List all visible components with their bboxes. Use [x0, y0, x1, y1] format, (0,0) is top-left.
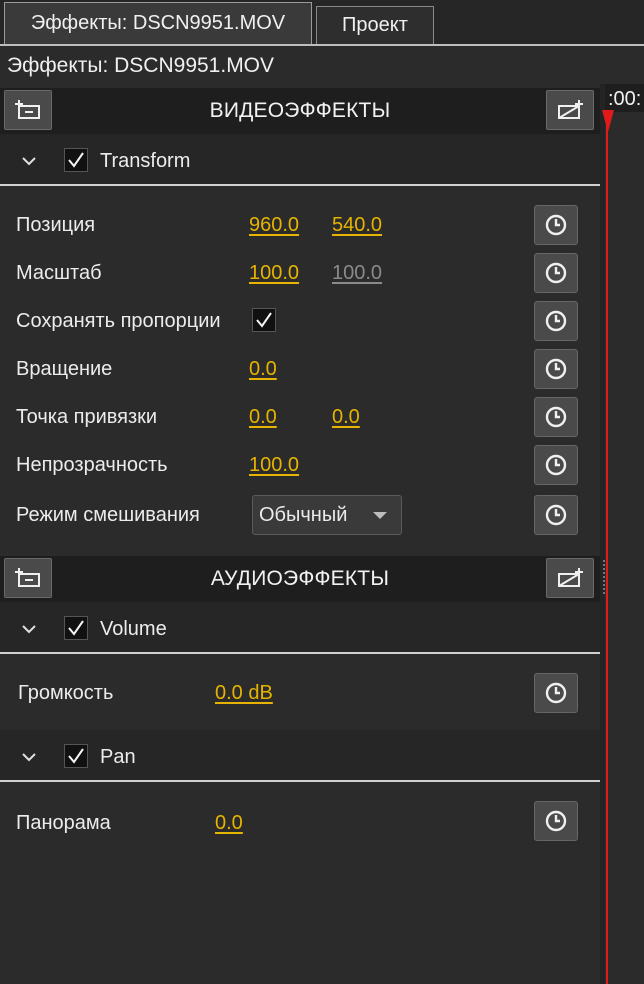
opacity-keyframe-button[interactable] [534, 445, 578, 485]
anchor-y-value[interactable]: 0.0 [332, 406, 360, 429]
pan-value[interactable]: 0.0 [215, 812, 243, 835]
position-y-value[interactable]: 540.0 [332, 214, 382, 237]
transform-enable-checkbox[interactable] [64, 148, 88, 172]
effect-name-volume: Volume [100, 618, 167, 640]
scale-y-value: 100.0 [332, 262, 383, 284]
remove-video-effect-button[interactable] [546, 90, 594, 130]
effect-row-pan [0, 730, 600, 782]
blend-mode-dropdown[interactable]: Обычный [252, 495, 402, 535]
audio-effects-title: АУДИОЭФФЕКТЫ [210, 567, 390, 590]
volume-enable-checkbox[interactable] [64, 616, 88, 640]
splitter-grip[interactable] [603, 560, 605, 596]
checkmark-icon [256, 312, 272, 328]
tab-effects-label: Эффекты: DSCN9951.MOV [30, 12, 286, 34]
clock-icon [545, 406, 567, 428]
position-x-value[interactable]: 960.0 [249, 214, 299, 237]
effect-row-volume [0, 602, 600, 654]
add-effect-icon [15, 568, 40, 587]
video-effects-title: ВИДЕОЭФФЕКТЫ [209, 99, 391, 122]
pan-label: Панорама [16, 812, 111, 834]
position-label: Позиция [16, 214, 96, 236]
rotation-label: Вращение [16, 358, 113, 380]
dropdown-arrow-icon [373, 512, 387, 519]
tab-effects[interactable]: Эффекты: DSCN9951.MOV [4, 2, 312, 44]
rotation-value[interactable]: 0.0 [249, 358, 277, 381]
anchor-x-value[interactable]: 0.0 [249, 406, 277, 429]
keep-ratio-label: Сохранять пропорции [16, 310, 221, 332]
tab-project-label: Проект [342, 14, 408, 36]
timeline-time: :00: [608, 88, 642, 110]
blend-mode-value: Обычный [259, 504, 348, 526]
effect-name-pan: Pan [100, 746, 136, 768]
clock-icon [545, 262, 567, 284]
chevron-down-icon[interactable] [18, 618, 40, 640]
remove-effect-icon [558, 100, 583, 119]
add-effect-icon [15, 100, 40, 119]
chevron-down-icon[interactable] [18, 746, 40, 768]
checkmark-icon [68, 152, 84, 168]
tab-project[interactable]: Проект [316, 6, 434, 44]
blend-mode-keyframe-button[interactable] [534, 495, 578, 535]
keep-ratio-keyframe-button[interactable] [534, 301, 578, 341]
clock-icon [545, 504, 567, 526]
scale-x-value[interactable]: 100.0 [249, 262, 299, 285]
checkmark-icon [68, 620, 84, 636]
remove-audio-effect-button[interactable] [546, 558, 594, 598]
effect-name-transform: Transform [100, 150, 191, 172]
effect-row-transform [0, 134, 600, 186]
keep-ratio-checkbox[interactable] [252, 308, 276, 332]
panel-title: Эффекты: DSCN9951.MOV [7, 54, 275, 77]
chevron-down-icon[interactable] [18, 150, 40, 172]
anchor-keyframe-button[interactable] [534, 397, 578, 437]
clock-icon [545, 682, 567, 704]
opacity-value[interactable]: 100.0 [249, 454, 299, 477]
panel-splitter[interactable] [600, 84, 605, 984]
pan-enable-checkbox[interactable] [64, 744, 88, 768]
position-keyframe-button[interactable] [534, 205, 578, 245]
add-video-effect-button[interactable] [4, 90, 52, 130]
add-audio-effect-button[interactable] [4, 558, 52, 598]
checkmark-icon [68, 748, 84, 764]
clock-icon [545, 454, 567, 476]
remove-effect-icon [558, 568, 583, 587]
volume-value[interactable]: 0.0 dB [215, 682, 273, 705]
rotation-keyframe-button[interactable] [534, 349, 578, 389]
scale-label: Масштаб [16, 262, 102, 284]
opacity-label: Непрозрачность [16, 454, 168, 476]
blend-mode-label: Режим смешивания [16, 504, 200, 526]
clock-icon [545, 358, 567, 380]
volume-label: Громкость [18, 682, 114, 704]
scale-keyframe-button[interactable] [534, 253, 578, 293]
volume-keyframe-button[interactable] [534, 673, 578, 713]
clock-icon [545, 810, 567, 832]
clock-icon [545, 310, 567, 332]
anchor-label: Точка привязки [16, 406, 158, 428]
playhead-marker[interactable] [602, 110, 614, 132]
clock-icon [545, 214, 567, 236]
playhead-line[interactable] [606, 112, 608, 984]
pan-keyframe-button[interactable] [534, 801, 578, 841]
